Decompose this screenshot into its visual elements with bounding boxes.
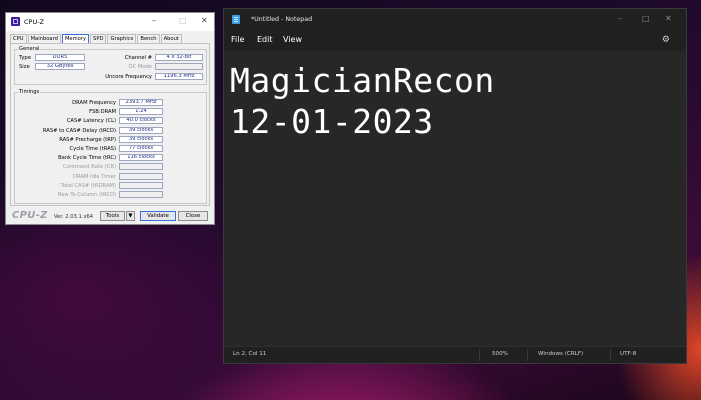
status-divider: [610, 349, 611, 361]
gear-icon[interactable]: ⚙: [662, 35, 670, 45]
status-divider: [479, 349, 480, 361]
notepad-menubar: File Edit View ⚙: [224, 31, 686, 51]
timings-group-label: Timings: [18, 89, 41, 95]
type-label: Type: [19, 55, 31, 61]
zoom-level[interactable]: 500%: [492, 351, 508, 357]
tab-mainboard[interactable]: Mainboard: [27, 34, 61, 43]
text-line-2: 12-01-2023: [230, 102, 434, 141]
cpuz-footer: CPU-Z Ver. 2.03.1.x64 Tools ▼ Validate C…: [10, 210, 210, 222]
cpuz-tab-bar: CPU Mainboard Memory SPD Graphics Bench …: [10, 34, 183, 43]
timing-value: 40.0 clocks: [119, 117, 163, 125]
timing-label: Bank Cycle Time (tRC): [58, 155, 116, 162]
type-value: DDR5: [35, 54, 85, 61]
notepad-minimize-button[interactable]: –: [618, 14, 622, 23]
timing-label: DRAM Idle Timer: [73, 173, 116, 180]
tab-cpu[interactable]: CPU: [10, 34, 27, 43]
timing-label: FSB:DRAM: [89, 109, 116, 116]
timing-value: 39 clocks: [119, 135, 163, 143]
timing-label: Cycle Time (tRAS): [69, 146, 117, 152]
general-group-label: General: [18, 46, 41, 52]
channel-value: 4 x 32-bit: [155, 54, 203, 61]
tab-about[interactable]: About: [160, 34, 182, 43]
timing-label: CAS# Latency (CL): [66, 118, 116, 125]
timing-label: DRAM Frequency: [72, 100, 116, 106]
timing-value: 116 clocks: [119, 154, 163, 162]
notepad-window: *Untitled - Notepad – □ ✕ File Edit View…: [223, 8, 687, 364]
timing-value: [119, 172, 163, 180]
dc-mode-label: DC Mode: [128, 64, 152, 70]
menu-file[interactable]: File: [231, 35, 244, 44]
notepad-window-title: *Untitled - Notepad: [251, 16, 313, 23]
timing-label: Command Rate (CR): [62, 164, 116, 171]
uncore-frequency-label: Uncore Frequency: [105, 74, 152, 80]
notepad-app-icon: [232, 15, 240, 24]
menu-view[interactable]: View: [283, 35, 302, 44]
maximize-button[interactable]: □: [179, 16, 187, 25]
cpuz-window: CPU-Z – □ ✕ CPU Mainboard Memory SPD Gra…: [5, 12, 215, 225]
timing-value: 39 clocks: [119, 126, 163, 134]
tab-spd[interactable]: SPD: [90, 34, 107, 43]
timing-value: 1:24: [119, 108, 163, 116]
notepad-titlebar[interactable]: *Untitled - Notepad – □ ✕: [224, 9, 686, 31]
minimize-button[interactable]: –: [152, 16, 156, 25]
tab-graphics[interactable]: Graphics: [107, 34, 137, 43]
cpuz-window-title: CPU-Z: [24, 18, 45, 26]
tools-button[interactable]: Tools: [100, 211, 125, 221]
notepad-text-area[interactable]: MagicianRecon 12-01-2023: [224, 51, 686, 347]
memory-tab-panel: General Type DDR5 Size 32 GBytes Channel…: [10, 43, 210, 206]
status-divider: [527, 349, 528, 361]
tab-bench[interactable]: Bench: [137, 34, 160, 43]
cpuz-titlebar[interactable]: CPU-Z – □ ✕: [6, 13, 214, 31]
text-line-1: MagicianRecon: [230, 61, 495, 100]
general-group: General Type DDR5 Size 32 GBytes Channel…: [14, 46, 207, 85]
close-app-button[interactable]: Close: [178, 211, 208, 221]
timing-label: Row To Column (tRCD): [57, 192, 116, 198]
notepad-close-button[interactable]: ✕: [665, 14, 672, 23]
channel-label: Channel #: [124, 55, 152, 61]
validate-button[interactable]: Validate: [140, 211, 176, 221]
cpuz-app-icon: [11, 17, 20, 26]
timing-value: [119, 191, 163, 198]
size-value: 32 GBytes: [35, 63, 85, 70]
timing-value: 2393.7 MHz: [119, 99, 163, 106]
uncore-frequency-value: 1196.3 MHz: [155, 73, 203, 80]
timings-group: Timings DRAM Frequency 2393.7 MHz FSB:DRAM…: [14, 89, 207, 204]
cpuz-brand-logo: CPU-Z: [12, 210, 48, 221]
timing-value: [119, 163, 163, 171]
line-ending[interactable]: Windows (CRLF): [538, 351, 583, 357]
timing-label: Total CAS# (tRDRAM): [60, 182, 116, 189]
size-label: Size: [19, 64, 30, 70]
tab-memory[interactable]: Memory: [61, 34, 90, 43]
timing-label: RAS# Precharge (tRP): [59, 136, 116, 143]
timing-value: [119, 181, 163, 189]
encoding[interactable]: UTF-8: [620, 351, 636, 357]
timing-label: RAS# to CAS# Delay (tRCD): [42, 127, 116, 134]
timing-value: 77 clocks: [119, 145, 163, 152]
notepad-maximize-button[interactable]: □: [642, 14, 650, 23]
cursor-position: Ln 2, Col 11: [233, 351, 267, 357]
tools-dropdown-arrow-icon[interactable]: ▼: [126, 211, 135, 221]
dc-mode-value: [155, 63, 203, 70]
menu-edit[interactable]: Edit: [257, 35, 273, 44]
notepad-statusbar: Ln 2, Col 11 500% Windows (CRLF) UTF-8: [224, 346, 686, 363]
cpuz-version: Ver. 2.03.1.x64: [54, 214, 94, 220]
close-button[interactable]: ✕: [201, 16, 208, 25]
